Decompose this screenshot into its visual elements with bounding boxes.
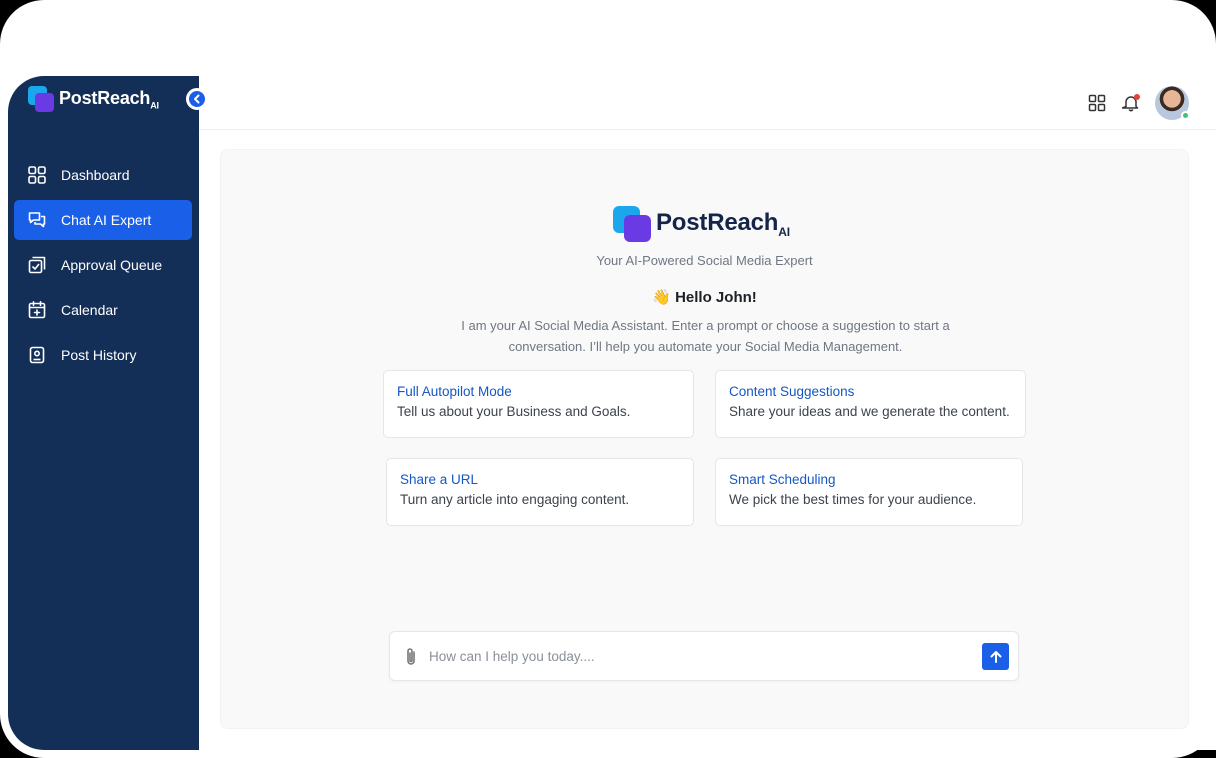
suggestion-card-autopilot[interactable]: Full Autopilot Mode Tell us about your B… <box>383 370 694 438</box>
card-description: Tell us about your Business and Goals. <box>397 404 631 419</box>
sidebar-item-label: Calendar <box>61 302 118 318</box>
approval-icon <box>27 255 47 275</box>
bell-icon[interactable] <box>1121 93 1141 113</box>
chat-input-bar <box>389 631 1019 681</box>
sidebar-item-calendar[interactable]: Calendar <box>14 290 192 330</box>
chat-input[interactable] <box>429 645 969 667</box>
logo-mark-icon <box>28 86 54 112</box>
chat-icon <box>27 210 47 230</box>
card-description: Share your ideas and we generate the con… <box>729 404 1010 419</box>
sidebar-item-dashboard[interactable]: Dashboard <box>14 155 192 195</box>
online-status-dot <box>1181 111 1190 120</box>
sidebar-item-label: Post History <box>61 347 137 363</box>
sidebar-item-label: Approval Queue <box>61 257 163 273</box>
greeting: 👋 Hello John! <box>221 288 1188 306</box>
wave-icon: 👋 <box>652 289 671 306</box>
card-title: Full Autopilot Mode <box>397 384 512 399</box>
grid-icon <box>27 165 47 185</box>
paperclip-icon[interactable] <box>402 646 420 668</box>
sidebar-item-chat-ai-expert[interactable]: Chat AI Expert <box>14 200 192 240</box>
sidebar-item-label: Chat AI Expert <box>61 212 152 228</box>
collapse-sidebar-button[interactable] <box>186 88 208 110</box>
sidebar: PostReachAI Dashboard Chat AI Expert App… <box>8 76 199 750</box>
arrow-up-icon <box>990 650 1001 663</box>
intro-text: I am your AI Social Media Assistant. Ent… <box>461 318 950 354</box>
sidebar-item-post-history[interactable]: Post History <box>14 335 192 375</box>
chat-panel: PostReachAI Your AI-Powered Social Media… <box>220 149 1189 729</box>
send-button[interactable] <box>982 643 1009 670</box>
brand-name: PostReachAI <box>59 87 159 111</box>
sidebar-item-label: Dashboard <box>61 167 130 183</box>
app-window: PostReachAI Dashboard Chat AI Expert App… <box>8 76 1216 750</box>
calendar-icon <box>27 300 47 320</box>
history-icon <box>27 345 47 365</box>
top-actions <box>1073 86 1190 120</box>
screen-frame: PostReachAI Dashboard Chat AI Expert App… <box>0 0 1216 758</box>
hero-brand-name: PostReachAI <box>656 209 790 239</box>
suggestion-card-content[interactable]: Content Suggestions Share your ideas and… <box>715 370 1026 438</box>
tagline: Your AI-Powered Social Media Expert <box>596 253 813 268</box>
card-description: We pick the best times for your audience… <box>729 492 977 507</box>
suggestion-card-share-url[interactable]: Share a URL Turn any article into engagi… <box>386 458 694 526</box>
chevron-left-icon <box>194 94 200 104</box>
sidebar-item-approval-queue[interactable]: Approval Queue <box>14 245 192 285</box>
brand-logo[interactable]: PostReachAI <box>28 86 159 112</box>
logo-mark-icon <box>613 206 651 242</box>
greeting-text: Hello John! <box>675 289 757 306</box>
card-description: Turn any article into engaging content. <box>400 492 630 507</box>
card-title: Share a URL <box>400 472 479 487</box>
sidebar-nav: Dashboard Chat AI Expert Approval Queue <box>14 155 192 380</box>
avatar[interactable] <box>1155 86 1190 120</box>
hero-logo: PostReachAI <box>613 206 790 242</box>
apps-grid-icon[interactable] <box>1087 93 1107 113</box>
card-title: Content Suggestions <box>729 384 855 399</box>
notification-dot <box>1134 94 1140 100</box>
card-title: Smart Scheduling <box>729 472 836 487</box>
top-bar <box>199 76 1216 130</box>
suggestion-card-scheduling[interactable]: Smart Scheduling We pick the best times … <box>715 458 1023 526</box>
